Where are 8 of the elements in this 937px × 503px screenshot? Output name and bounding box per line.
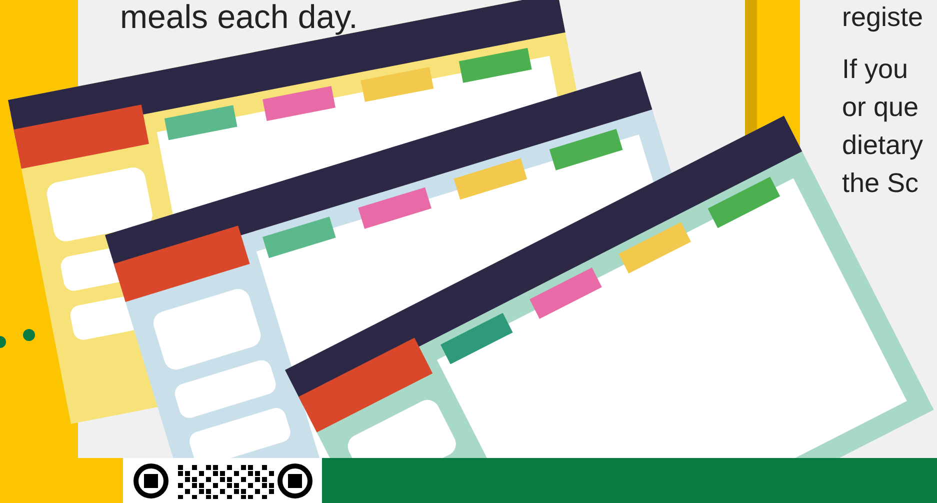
intro-text: meals each day.: [120, 0, 359, 36]
info-text: or que: [842, 91, 920, 124]
info-text: the Sc: [842, 167, 920, 200]
decorative-dots-icon: [0, 328, 36, 350]
qr-code-icon: [132, 462, 312, 498]
info-text: dietary: [842, 129, 924, 162]
info-text: If you: [842, 53, 910, 86]
info-text: registe: [842, 1, 924, 34]
